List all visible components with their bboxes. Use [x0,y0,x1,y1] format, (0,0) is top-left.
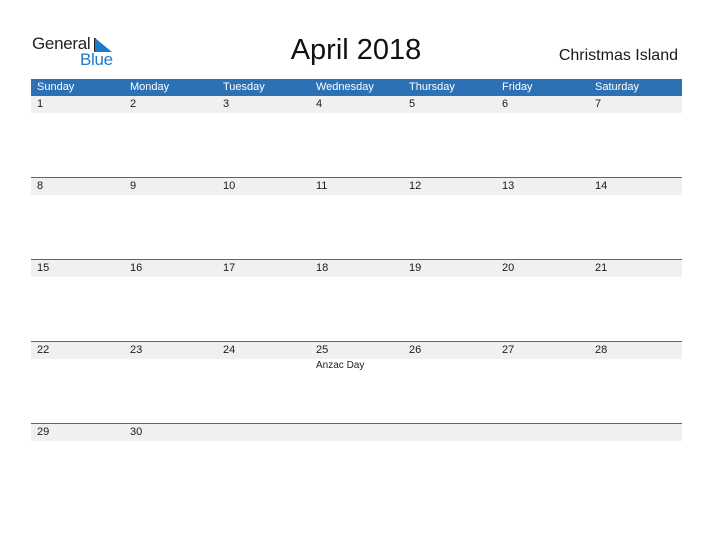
day-number: 23 [130,344,143,356]
weekday-tuesday: Tuesday [223,81,265,93]
day-number: 4 [316,98,323,110]
week-row: 1 2 3 4 5 6 7 [31,96,682,177]
day-number: 11 [316,180,328,192]
weekday-sunday: Sunday [37,81,75,93]
holiday-label: Anzac Day [316,360,365,371]
week-row: 29 30 [31,423,682,505]
day-number: 20 [502,262,515,274]
day-number: 29 [37,426,50,438]
day-number: 27 [502,344,515,356]
weekday-monday: Monday [130,81,170,93]
day-number [403,424,496,441]
day-number: 6 [502,98,509,110]
event-row: Anzac Day [31,359,682,372]
day-number: 15 [37,262,50,274]
weekday-wednesday: Wednesday [316,81,374,93]
date-row: 22 23 24 25 26 27 28 [31,342,682,359]
day-number: 9 [130,180,137,192]
day-number: 7 [595,98,602,110]
day-number: 16 [130,262,143,274]
day-number [496,424,589,441]
day-number: 26 [409,344,422,356]
day-number: 17 [223,262,236,274]
holiday-label [31,359,124,372]
day-number [589,424,682,441]
day-number: 14 [595,180,608,192]
day-number: 13 [502,180,515,192]
region-label: Christmas Island [558,47,678,64]
week-row: 8 9 10 11 12 13 14 [31,177,682,259]
day-number: 12 [409,180,422,192]
holiday-label [403,359,496,372]
calendar-grid: Sunday Monday Tuesday Wednesday Thursday… [31,79,682,505]
weekday-thursday: Thursday [409,81,455,93]
day-number: 5 [409,98,416,110]
day-number: 3 [223,98,230,110]
date-row: 1 2 3 4 5 6 7 [31,96,682,113]
day-number [217,424,310,441]
day-number: 2 [130,98,137,110]
day-number: 1 [37,98,44,110]
holiday-label [124,359,217,372]
date-row: 8 9 10 11 12 13 14 [31,178,682,195]
weekday-friday: Friday [502,81,533,93]
day-number: 8 [37,180,44,192]
holiday-label [589,359,682,372]
day-number: 30 [130,426,143,438]
date-row: 29 30 [31,424,682,441]
weekday-header: Sunday Monday Tuesday Wednesday Thursday… [31,79,682,96]
day-number: 28 [595,344,608,356]
day-number: 19 [409,262,422,274]
weekday-saturday: Saturday [595,81,640,93]
date-row: 15 16 17 18 19 20 21 [31,260,682,277]
day-number: 10 [223,180,236,192]
day-number [310,424,403,441]
day-number: 24 [223,344,236,356]
day-number: 22 [37,344,50,356]
holiday-label [217,359,310,372]
holiday-label [496,359,589,372]
day-number: 25 [316,344,329,356]
week-row: 15 16 17 18 19 20 21 [31,259,682,341]
day-number: 18 [316,262,329,274]
week-row: 22 23 24 25 26 27 28 Anzac Day [31,341,682,423]
day-number: 21 [595,262,608,274]
